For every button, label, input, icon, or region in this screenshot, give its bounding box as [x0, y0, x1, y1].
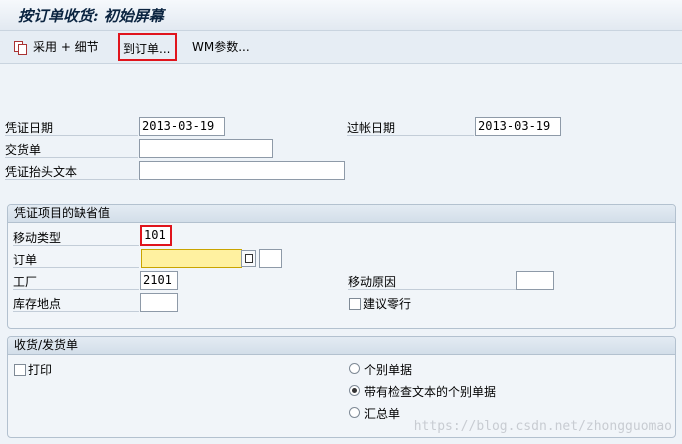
order-label: 订单 [13, 251, 139, 268]
order-field[interactable] [141, 249, 242, 268]
plant-field[interactable]: 2101 [140, 271, 178, 290]
to-order-button[interactable]: 到订单... [118, 33, 177, 61]
radio-individual-slip[interactable] [349, 363, 360, 374]
adopt-details-label: 采用 + 细节 [33, 40, 99, 54]
storage-location-label: 库存地点 [13, 295, 139, 312]
copy-icon [245, 254, 253, 263]
posting-date-label: 过帐日期 [347, 119, 474, 136]
delivery-note-label: 交货单 [5, 141, 138, 158]
default-values-title: 凭证项目的缺省值 [8, 205, 675, 223]
application-toolbar: 采用 + 细节 到订单... WM参数... [0, 31, 682, 64]
print-checkbox[interactable] [14, 364, 26, 376]
suggest-zero-label: 建议零行 [363, 297, 412, 311]
radio-individual-slip-with-text[interactable] [349, 385, 360, 396]
header-text-field[interactable] [139, 161, 345, 180]
posting-date-field[interactable]: 2013-03-19 [475, 117, 561, 136]
copy-icon [14, 40, 27, 55]
collective-slip-label: 汇总单 [364, 407, 401, 421]
window-title: 按订单收货: 初始屏幕 [18, 7, 164, 25]
order-item-field[interactable] [259, 249, 282, 268]
title-bar: 按订单收货: 初始屏幕 [0, 0, 682, 31]
individual-slip-text-label: 带有检查文本的个别单据 [364, 385, 497, 399]
reason-label: 移动原因 [348, 273, 516, 290]
default-values-group: 凭证项目的缺省值 移动类型 101 订单 工厂 2101 移动原因 库存地点 建… [7, 204, 676, 329]
doc-date-label: 凭证日期 [5, 119, 138, 136]
search-help-button[interactable] [241, 250, 256, 267]
gr-slip-title: 收货/发货单 [8, 337, 675, 355]
movement-type-label: 移动类型 [13, 229, 139, 246]
adopt-details-button[interactable]: 采用 + 细节 [10, 37, 103, 57]
delivery-note-field[interactable] [139, 139, 273, 158]
movement-type-field[interactable]: 101 [140, 225, 172, 246]
header-text-label: 凭证抬头文本 [5, 163, 138, 180]
suggest-zero-checkbox[interactable] [349, 298, 361, 310]
storage-location-field[interactable] [140, 293, 178, 312]
watermark: https://blog.csdn.net/zhongguomao [413, 419, 672, 434]
reason-field[interactable] [516, 271, 554, 290]
print-label: 打印 [28, 363, 53, 377]
wm-params-button[interactable]: WM参数... [188, 37, 254, 57]
doc-date-field[interactable]: 2013-03-19 [139, 117, 225, 136]
radio-collective-slip[interactable] [349, 407, 360, 418]
plant-label: 工厂 [13, 273, 139, 290]
individual-slip-label: 个别单据 [364, 363, 413, 377]
